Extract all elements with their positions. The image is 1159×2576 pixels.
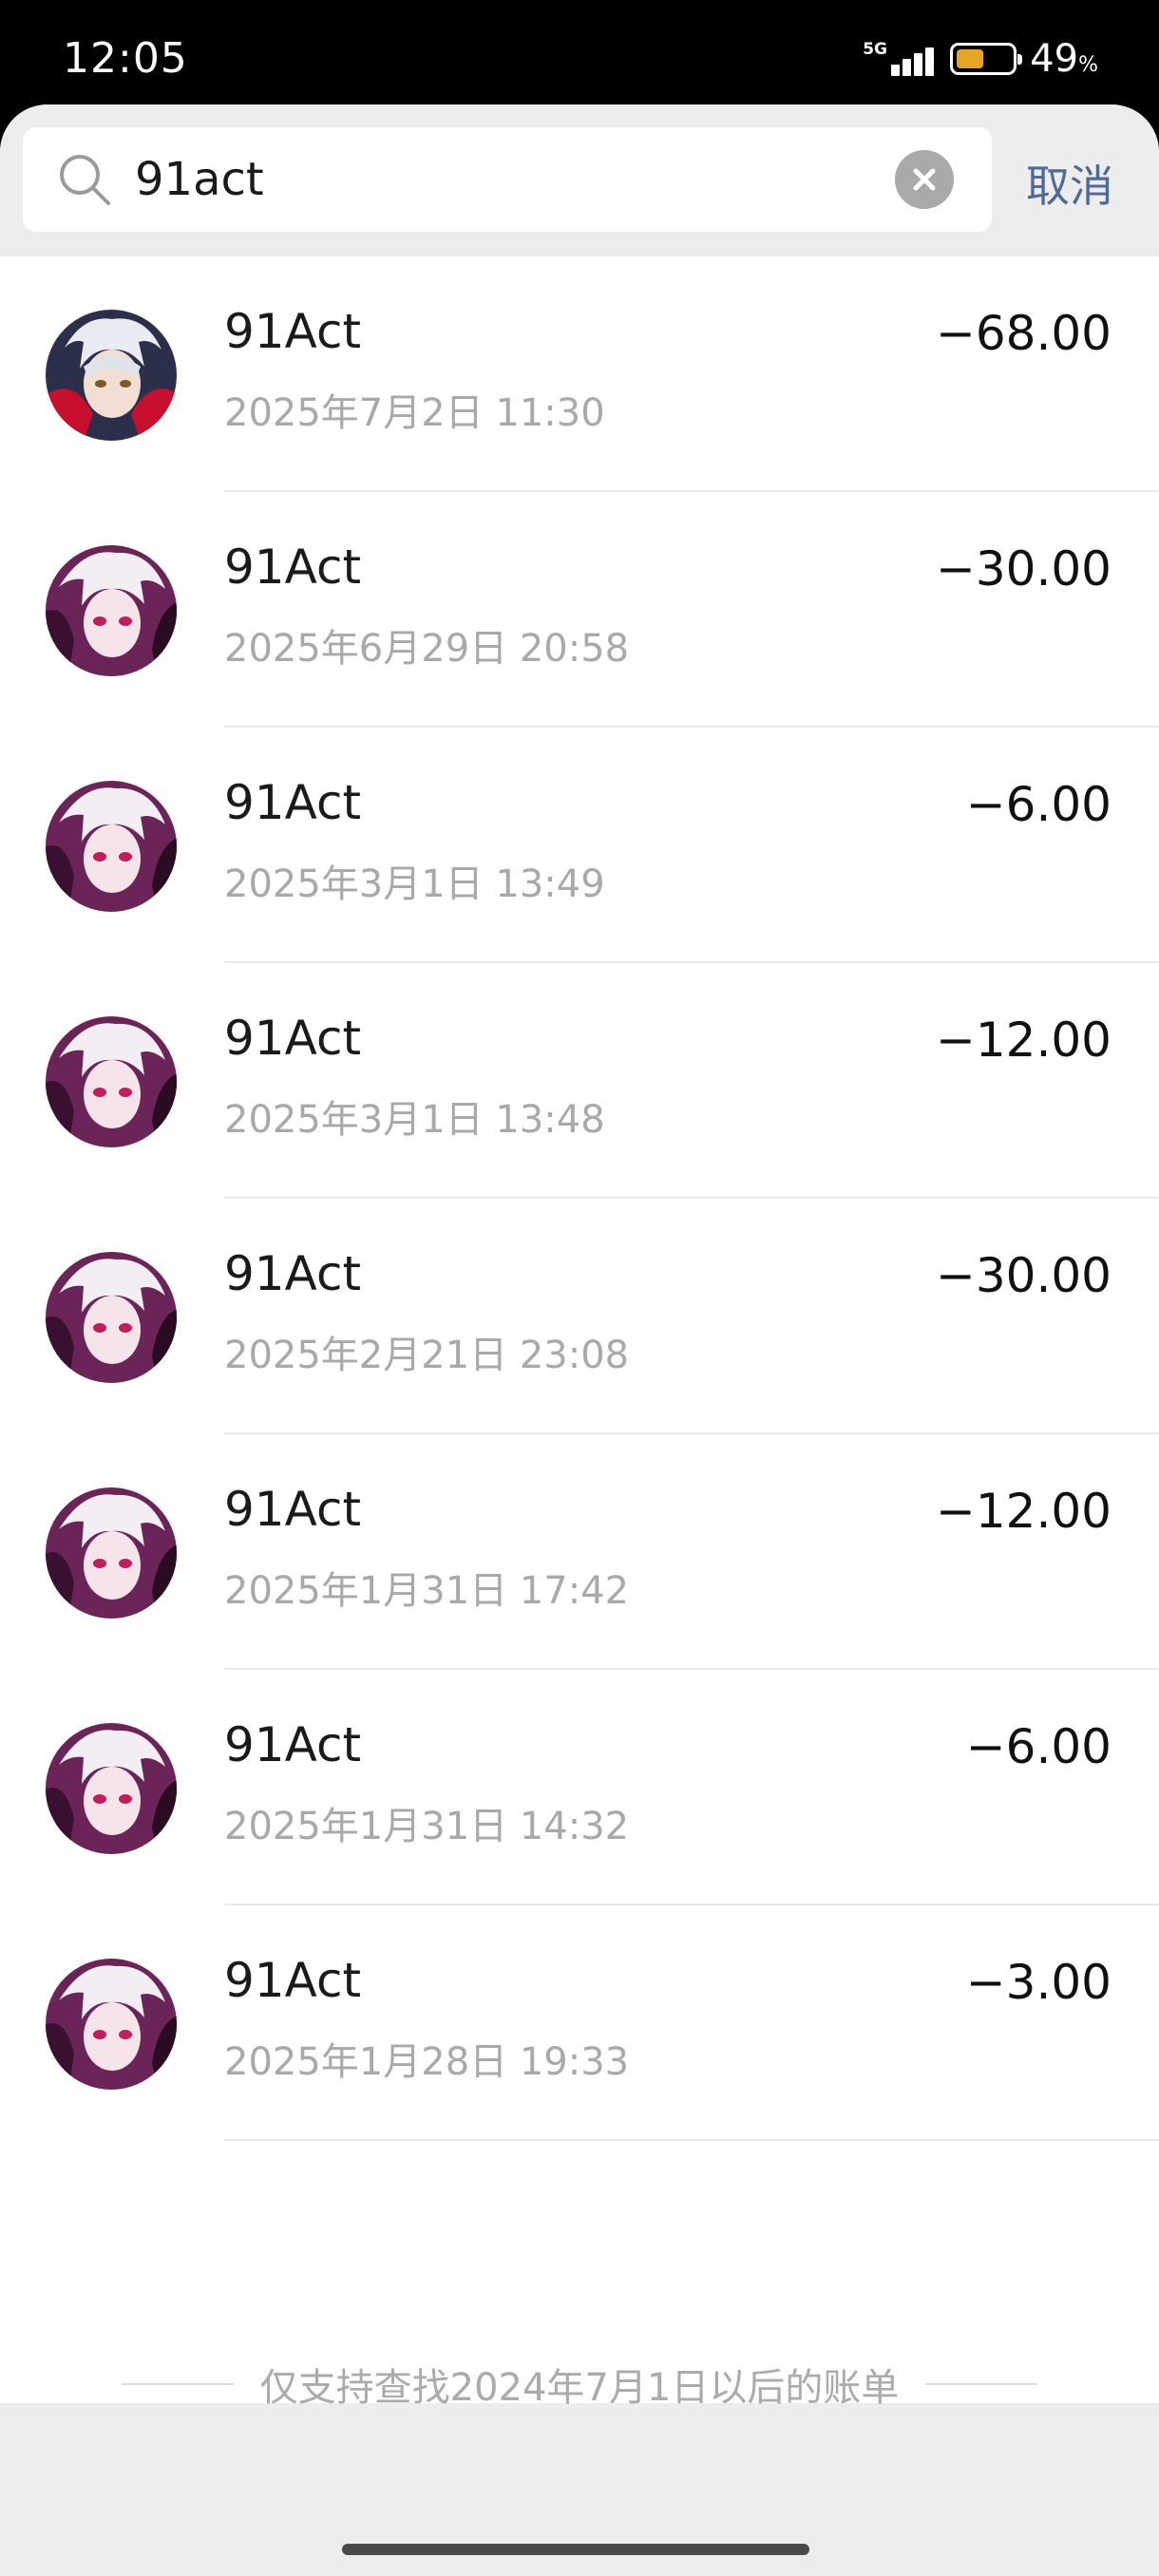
status-bar: 12:05 5G 49% <box>0 0 1159 106</box>
transaction-time: 2025年6月29日 20:58 <box>224 627 630 671</box>
network-type: 5G <box>863 40 887 59</box>
merchant-name: 91Act <box>224 540 362 595</box>
transaction-time: 2025年2月21日 23:08 <box>224 1334 630 1377</box>
transaction-row[interactable]: 91Act 2025年1月31日 14:32 −6.00 <box>0 1670 1159 1905</box>
transaction-list: 91Act 2025年7月2日 11:30 −68.00 91Act 2025年… <box>0 256 1159 2410</box>
transaction-row[interactable]: 91Act 2025年1月31日 17:42 −12.00 <box>0 1434 1159 1670</box>
transaction-row[interactable]: 91Act 2025年7月2日 11:30 −68.00 <box>0 256 1159 492</box>
transaction-time: 2025年3月1日 13:48 <box>224 1098 605 1142</box>
bill-search-page: 取消 91Act 2025年7月2日 11:30 −68.00 <box>0 104 1159 2576</box>
transaction-time: 2025年1月31日 14:32 <box>224 1805 630 1848</box>
transaction-time: 2025年1月31日 17:42 <box>224 1569 630 1613</box>
transaction-row[interactable]: 91Act 2025年3月1日 13:48 −12.00 <box>0 963 1159 1199</box>
transaction-amount: −3.00 <box>965 1955 1112 2010</box>
search-range-text: 仅支持查找2024年7月1日以后的账单 <box>259 2366 900 2410</box>
transaction-row[interactable]: 91Act 2025年1月28日 19:33 −3.00 <box>0 1905 1159 2141</box>
status-time: 12:05 <box>63 34 188 83</box>
transaction-time: 2025年1月28日 19:33 <box>224 2040 630 2084</box>
transaction-row[interactable]: 91Act 2025年6月29日 20:58 −30.00 <box>0 492 1159 728</box>
transaction-amount: −30.00 <box>935 1248 1112 1303</box>
battery-icon <box>950 43 1023 75</box>
transaction-amount: −12.00 <box>935 1013 1112 1068</box>
row-divider <box>224 2139 1159 2141</box>
transaction-amount: −68.00 <box>935 306 1112 361</box>
merchant-avatar <box>46 1016 177 1147</box>
transaction-amount: −6.00 <box>965 1719 1112 1774</box>
search-range-note: 仅支持查找2024年7月1日以后的账单 <box>0 2356 1159 2413</box>
merchant-name: 91Act <box>224 1482 362 1537</box>
merchant-name: 91Act <box>224 1011 362 1066</box>
merchant-avatar <box>46 1959 177 2090</box>
search-box[interactable] <box>23 127 992 232</box>
merchant-name: 91Act <box>224 1953 362 2008</box>
merchant-avatar <box>46 1487 177 1619</box>
merchant-avatar <box>46 1723 177 1854</box>
transaction-amount: −12.00 <box>935 1484 1112 1539</box>
merchant-name: 91Act <box>224 304 362 359</box>
transaction-row[interactable]: 91Act 2025年2月21日 23:08 −30.00 <box>0 1199 1159 1434</box>
cancel-button[interactable]: 取消 <box>1026 152 1113 215</box>
signal-icon: 5G <box>863 38 935 80</box>
transaction-amount: −30.00 <box>935 541 1112 597</box>
divider <box>121 2383 234 2385</box>
battery-percent: 49% <box>1030 37 1098 81</box>
clear-search-icon[interactable] <box>895 150 954 209</box>
search-input[interactable] <box>135 148 895 211</box>
merchant-name: 91Act <box>224 1246 362 1301</box>
search-bar: 取消 <box>0 104 1159 256</box>
merchant-name: 91Act <box>224 775 362 830</box>
merchant-avatar <box>46 781 177 912</box>
transaction-row[interactable]: 91Act 2025年3月1日 13:49 −6.00 <box>0 728 1159 963</box>
merchant-avatar <box>46 1252 177 1383</box>
merchant-name: 91Act <box>224 1717 362 1772</box>
merchant-avatar <box>46 310 177 441</box>
divider <box>925 2383 1038 2385</box>
transaction-time: 2025年7月2日 11:30 <box>224 391 605 435</box>
home-indicator[interactable] <box>342 2544 809 2555</box>
merchant-avatar <box>46 545 177 676</box>
search-icon <box>60 155 110 205</box>
transaction-amount: −6.00 <box>965 777 1112 832</box>
status-indicators: 5G 49% <box>863 32 1098 85</box>
transaction-time: 2025年3月1日 13:49 <box>224 862 605 906</box>
